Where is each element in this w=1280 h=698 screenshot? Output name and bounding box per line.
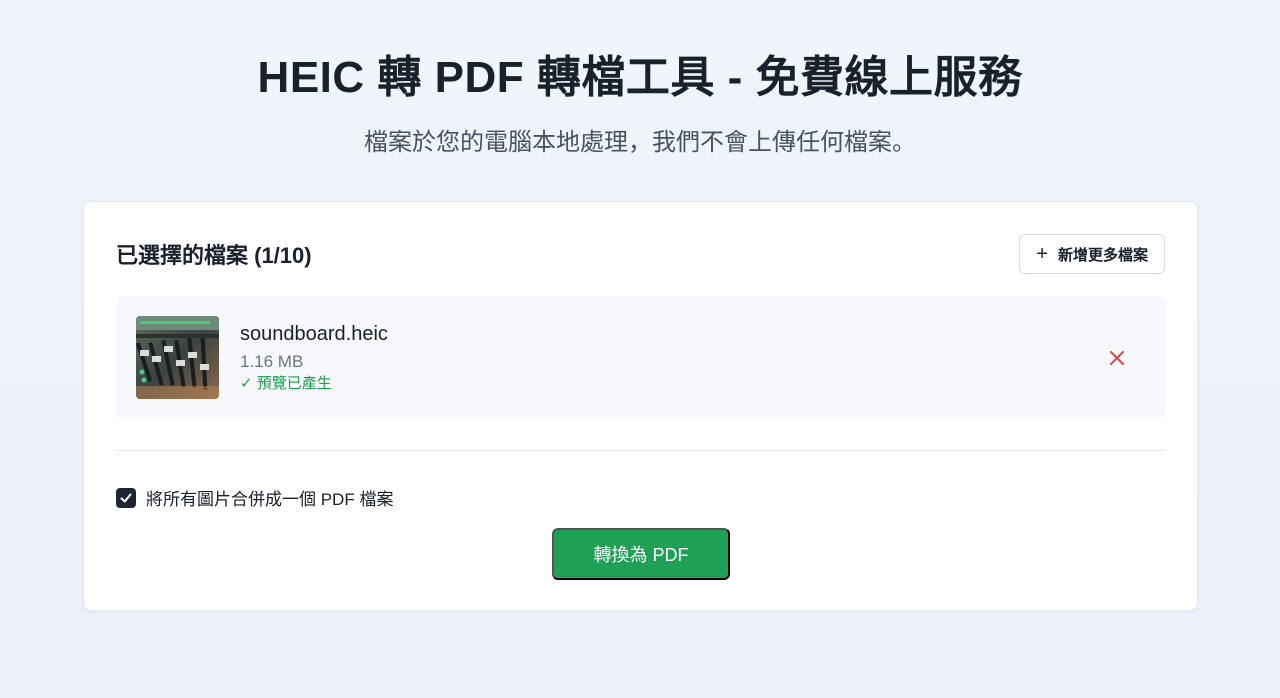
merge-pdf-checkbox[interactable]	[116, 487, 136, 508]
add-more-files-button[interactable]: + 新增更多檔案	[1019, 234, 1165, 274]
merge-pdf-option[interactable]: 將所有圖片合併成一個 PDF 檔案	[116, 485, 393, 510]
merge-pdf-label: 將所有圖片合併成一個 PDF 檔案	[146, 490, 394, 509]
page-subtitle: 檔案於您的電腦本地處理，我們不會上傳任何檔案。	[364, 129, 916, 156]
file-preview-status: ✓ 預覽已產生	[240, 374, 332, 392]
file-list-item: soundboard.heic 1.16 MB ✓ 預覽已產生	[116, 296, 1165, 419]
card-title: 已選擇的檔案 (1/10)	[116, 243, 312, 268]
file-thumbnail	[136, 316, 219, 399]
selected-files-card: 已選擇的檔案 (1/10) + 新增更多檔案 soundboard.heic 1…	[83, 201, 1198, 611]
soundboard-thumbnail-image	[136, 316, 219, 399]
divider	[116, 450, 1165, 451]
check-icon	[120, 493, 132, 502]
plus-icon: +	[1036, 243, 1048, 265]
card-header: 已選擇的檔案 (1/10) + 新增更多檔案	[116, 234, 1165, 274]
add-more-files-label: 新增更多檔案	[1057, 246, 1148, 264]
page-title: HEIC 轉 PDF 轉檔工具 - 免費線上服務	[257, 53, 1023, 102]
close-icon	[1110, 350, 1124, 365]
file-info: soundboard.heic 1.16 MB ✓ 預覽已產生	[240, 322, 388, 394]
hero: HEIC 轉 PDF 轉檔工具 - 免費線上服務 檔案於您的電腦本地處理，我們不…	[0, 0, 1280, 158]
file-size: 1.16 MB	[240, 351, 304, 371]
file-name: soundboard.heic	[240, 322, 388, 345]
page: HEIC 轉 PDF 轉檔工具 - 免費線上服務 檔案於您的電腦本地處理，我們不…	[0, 0, 1280, 698]
remove-file-button[interactable]	[1105, 346, 1129, 370]
convert-to-pdf-button[interactable]: 轉換為 PDF	[552, 528, 730, 580]
